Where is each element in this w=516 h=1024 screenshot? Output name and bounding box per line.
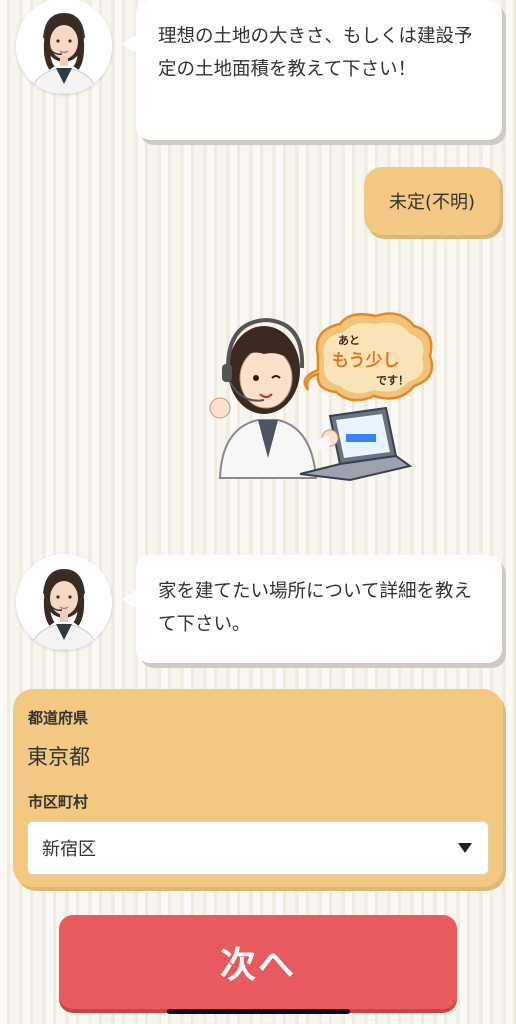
badge-line3: です！ [376, 374, 409, 387]
next-button-label: 次へ [219, 945, 296, 986]
badge-line1: あと [338, 334, 360, 347]
progress-illustration: あと もう少し です！ [200, 308, 440, 488]
prefecture-value: 東京都 [27, 745, 90, 769]
operator-message: 理想の土地の大きさ、もしくは建設予定の土地面積を教えて下さい！ [122, 0, 502, 140]
operator-message-text: 理想の土地の大きさ、もしくは建設予定の土地面積を教えて下さい！ [158, 26, 473, 80]
home-indicator [167, 1009, 350, 1014]
user-answer-bubble: 未定(不明) [364, 167, 500, 235]
operator-message-text: 家を建てたい場所について詳細を教えて下さい。 [158, 581, 472, 635]
user-answer-text: 未定(不明) [388, 192, 476, 213]
city-label: 市区町村 [28, 793, 89, 811]
city-select-value: 新宿区 [42, 839, 96, 860]
city-select[interactable]: 新宿区 [27, 821, 489, 875]
next-button[interactable]: 次へ [59, 915, 457, 1009]
operator-laptop-illustration-icon: あと もう少し です！ [209, 312, 434, 482]
operator-avatar [16, 554, 112, 650]
operator-avatar [16, 0, 112, 94]
operator-portrait-icon [16, 554, 112, 650]
badge-line2: もう少し [332, 351, 400, 371]
prefecture-label: 都道府県 [28, 709, 89, 727]
operator-portrait-icon [16, 0, 112, 94]
location-form: 都道府県 東京都 市区町村 新宿区 [13, 689, 503, 887]
chevron-down-icon [458, 843, 472, 853]
operator-message: 家を建てたい場所について詳細を教えて下さい。 [122, 555, 502, 663]
